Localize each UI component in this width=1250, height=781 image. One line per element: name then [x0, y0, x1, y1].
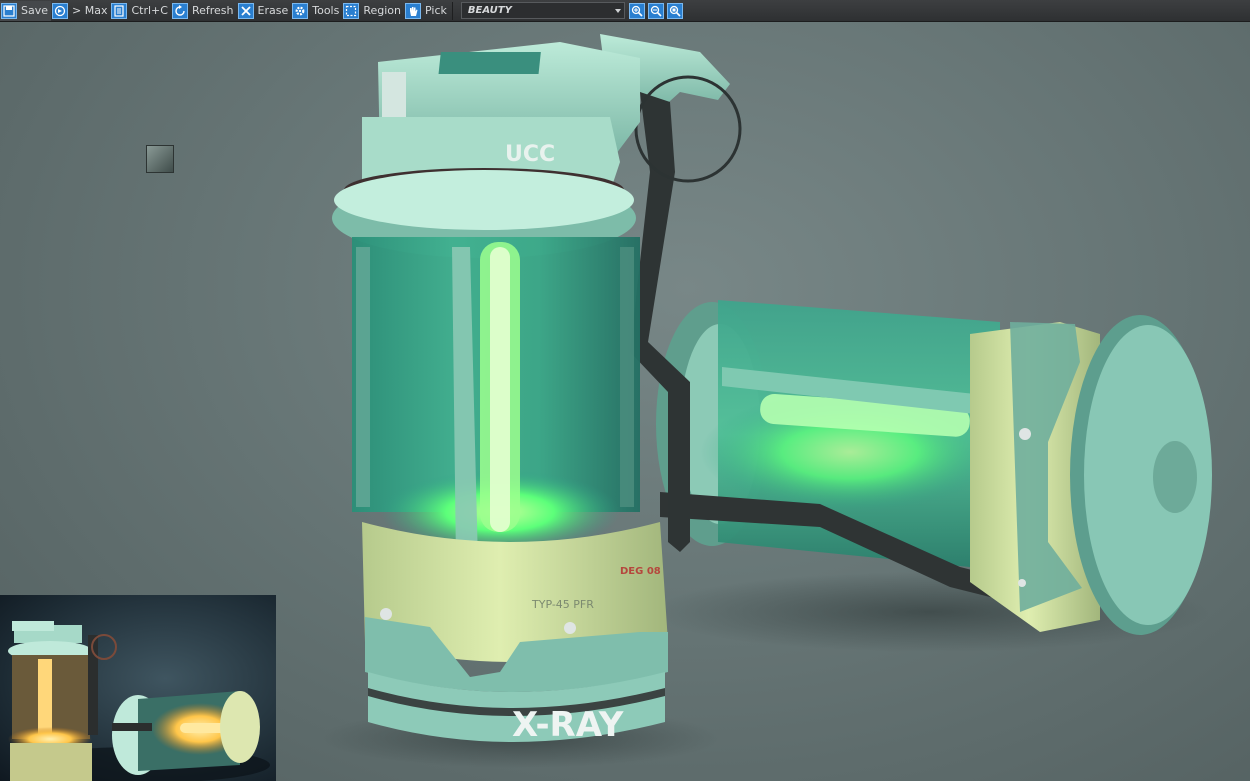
band-label: TYP-45 PFR — [531, 598, 594, 611]
render-channel-value: BEAUTY — [467, 5, 512, 16]
reference-thumbnail — [0, 595, 276, 781]
zoom-controls — [628, 2, 683, 19]
warning-label: DEG 08 — [620, 566, 661, 577]
cap-label: UCC — [505, 142, 555, 167]
standing-canister: UCC TYP-45 PFR DEG 08 X-RAY — [332, 34, 742, 745]
refresh-icon — [171, 2, 188, 19]
max-icon — [52, 2, 69, 19]
gear-icon — [292, 2, 309, 19]
refresh-button[interactable]: Refresh — [171, 1, 237, 21]
refresh-label: Refresh — [191, 4, 234, 17]
zoom-out-icon[interactable] — [647, 2, 664, 19]
thumbnail-image — [8, 621, 270, 781]
color-swatch[interactable] — [146, 145, 174, 173]
pick-label: Pick — [425, 4, 447, 17]
copy-label: Ctrl+C — [131, 4, 168, 17]
pick-button[interactable]: Pick — [404, 1, 450, 21]
hand-icon — [405, 2, 422, 19]
save-icon — [1, 2, 17, 19]
brand-label: X-RAY — [512, 705, 624, 745]
region-icon — [343, 2, 360, 19]
tools-label: Tools — [312, 4, 340, 17]
frame-buffer-toolbar: Save > Max Ctrl+C Refresh Erase Tools Re… — [0, 0, 1250, 22]
zoom-fit-icon[interactable] — [666, 2, 683, 19]
chevron-down-icon — [614, 8, 621, 13]
zoom-in-icon[interactable] — [628, 2, 645, 19]
erase-icon — [237, 2, 254, 19]
copy-icon — [111, 2, 128, 19]
erase-button[interactable]: Erase — [237, 1, 292, 21]
save-button[interactable]: Save — [0, 0, 52, 21]
toolbar-separator — [451, 1, 453, 20]
erase-label: Erase — [257, 4, 289, 17]
region-label: Region — [363, 4, 402, 17]
render-viewport[interactable]: UCC TYP-45 PFR DEG 08 X-RAY — [0, 22, 1250, 781]
copy-button[interactable]: Ctrl+C — [110, 1, 170, 21]
render-channel-select[interactable]: BEAUTY — [460, 2, 625, 19]
to-max-label: > Max — [72, 4, 108, 17]
region-button[interactable]: Region — [342, 1, 404, 21]
save-label: Save — [21, 4, 49, 17]
to-max-button[interactable]: > Max — [51, 1, 110, 21]
tools-button[interactable]: Tools — [291, 1, 342, 21]
